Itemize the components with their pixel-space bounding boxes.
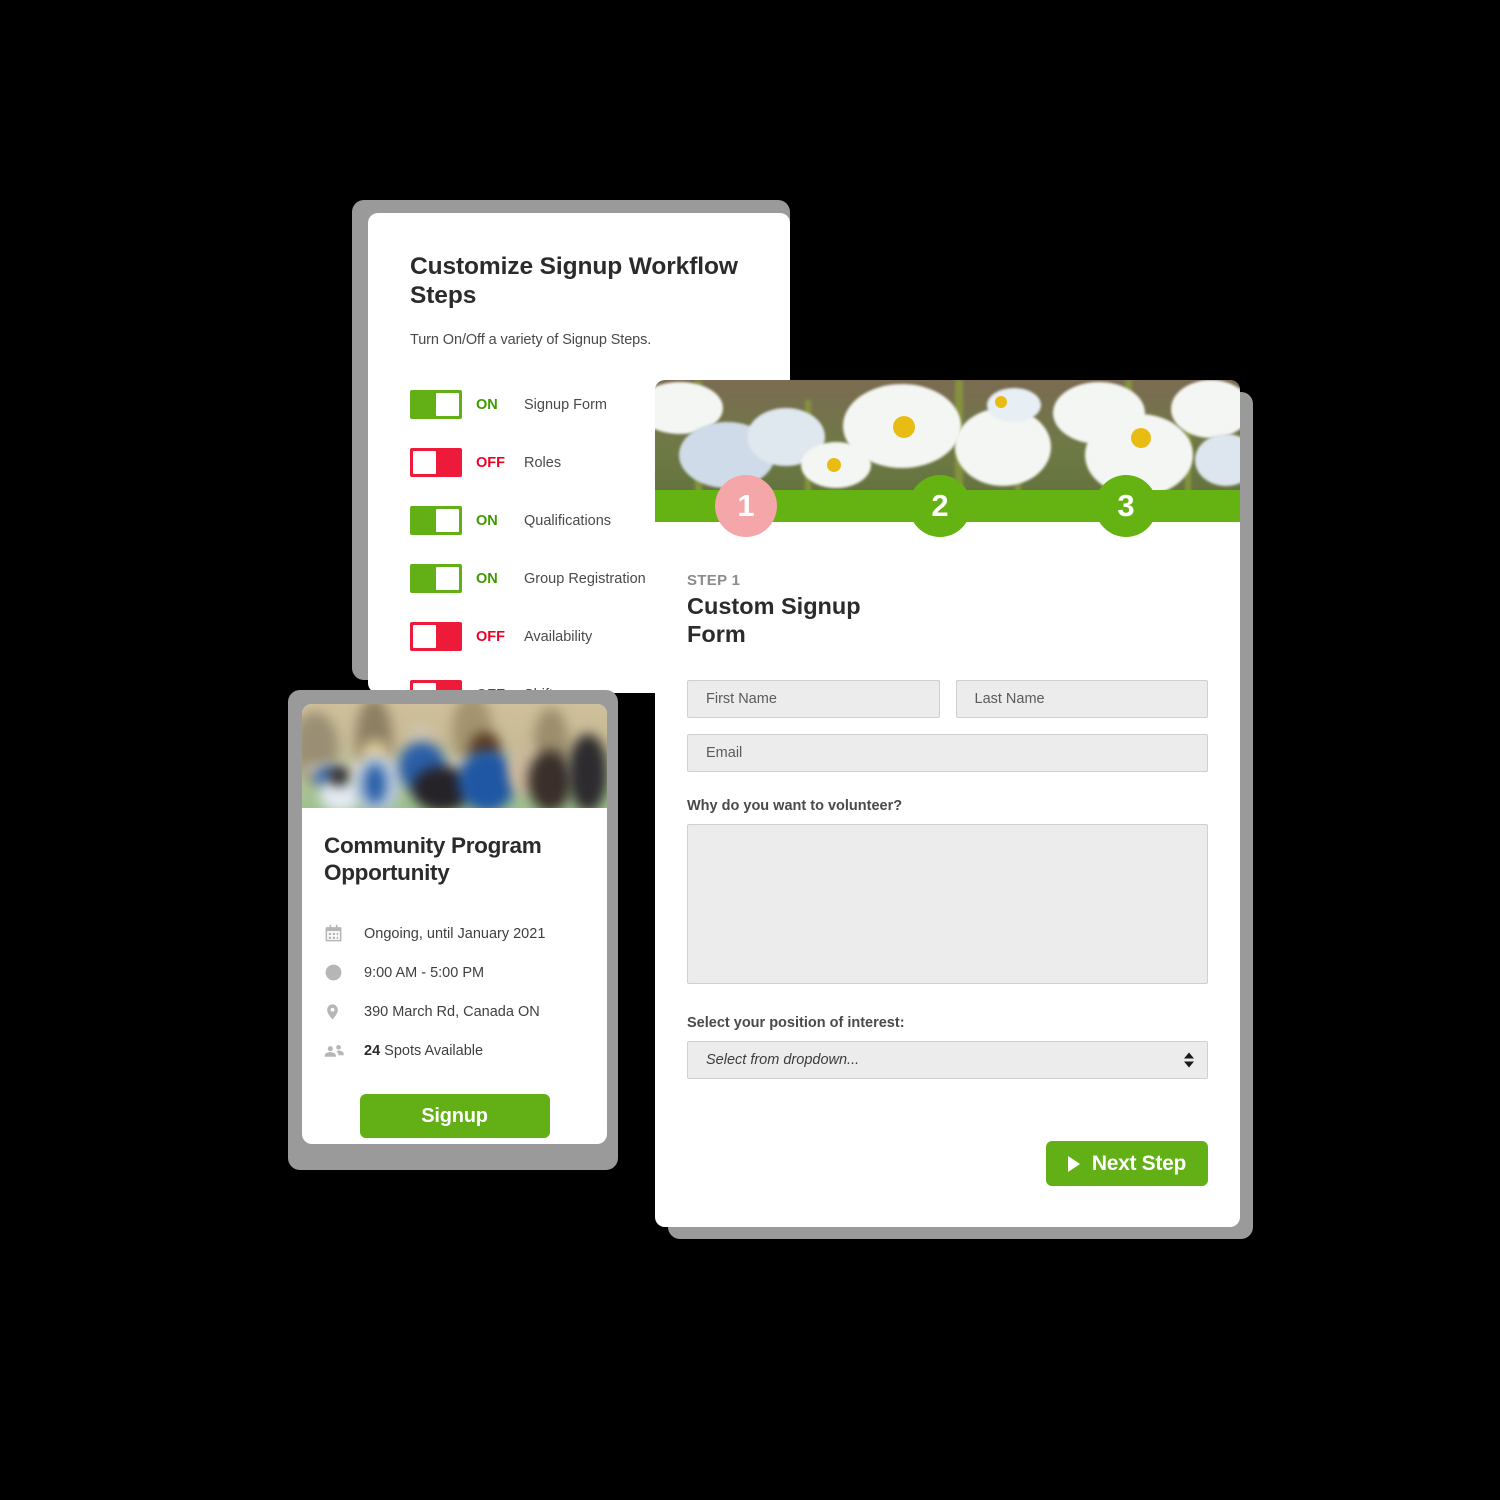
toggle-roles[interactable] [410,448,462,478]
list-item: 24 Spots Available [324,1031,585,1070]
screenshot-stage: Customize Signup Workflow Steps Turn On/… [0,0,1500,1500]
program-spots-count: 24 [364,1042,381,1059]
next-step-label: Next Step [1091,1151,1186,1175]
program-location: 390 March Rd, Canada ON [364,1003,540,1020]
list-item: 9:00 AM - 5:00 PM [324,953,585,992]
toggle-knob [413,625,436,649]
toggle-knob [436,509,459,533]
toggle-signup-form[interactable] [410,390,462,420]
next-step-button[interactable]: Next Step [1045,1141,1208,1187]
email-field[interactable] [687,734,1208,773]
position-select[interactable]: Select from dropdown... [687,1041,1208,1080]
position-label: Select your position of interest: [687,1015,905,1032]
status-badge: ON [476,512,498,529]
list-item: Ongoing, until January 2021 [324,914,585,953]
step-heading: Custom Signup Form [687,593,861,647]
toggle-knob [436,393,459,417]
clock-icon [324,963,354,982]
name-field-row [687,680,1208,719]
page-title: Customize Signup Workflow Steps [410,253,738,309]
play-triangle-icon [1067,1155,1080,1172]
program-date: Ongoing, until January 2021 [364,925,546,942]
people-icon [324,1041,354,1060]
toggle-label: Availability [524,628,593,645]
calendar-icon [324,924,354,943]
status-badge: ON [476,570,498,587]
first-name-field[interactable] [687,680,940,719]
program-spots: 24 Spots Available [364,1043,483,1059]
program-title: Community Program Opportunity [324,833,542,885]
program-time: 9:00 AM - 5:00 PM [364,964,485,981]
toggle-label: Signup Form [524,396,608,413]
toggle-availability[interactable] [410,622,462,652]
signup-button[interactable]: Signup [359,1094,550,1138]
toggle-knob [436,567,459,591]
workflow-subtitle: Turn On/Off a variety of Signup Steps. [410,331,652,348]
position-select-wrap: Select from dropdown... [687,1041,1208,1080]
toggle-label: Qualifications [524,512,612,529]
volunteer-reason-label: Why do you want to volunteer? [687,798,903,815]
list-item: 390 March Rd, Canada ON [324,992,585,1031]
progress-step-1[interactable]: 1 [715,475,777,537]
toggle-qualifications[interactable] [410,506,462,536]
program-spots-rest: Spots Available [380,1042,484,1059]
progress-step-2[interactable]: 2 [909,475,971,537]
map-pin-icon [324,1002,354,1021]
volunteer-reason-textarea[interactable] [687,824,1208,985]
custom-signup-form-card: 1 2 3 STEP 1 Custom Signup Form Why do y… [655,380,1240,1227]
program-details: Ongoing, until January 2021 9:00 AM - 5:… [324,914,585,1070]
volunteers-photo [302,704,607,808]
status-badge: OFF [476,454,505,471]
progress-step-3[interactable]: 3 [1095,475,1157,537]
toggle-label: Roles [524,454,562,471]
last-name-field[interactable] [955,680,1208,719]
step-kicker: STEP 1 [687,572,741,589]
status-badge: OFF [476,628,505,645]
next-step-row: Next Step [687,1141,1208,1187]
status-badge: ON [476,396,498,413]
toggle-label: Group Registration [524,570,646,587]
toggle-group-registration[interactable] [410,564,462,594]
community-program-card: Community Program Opportunity Ongoing, u… [302,704,607,1144]
toggle-knob [413,451,436,475]
